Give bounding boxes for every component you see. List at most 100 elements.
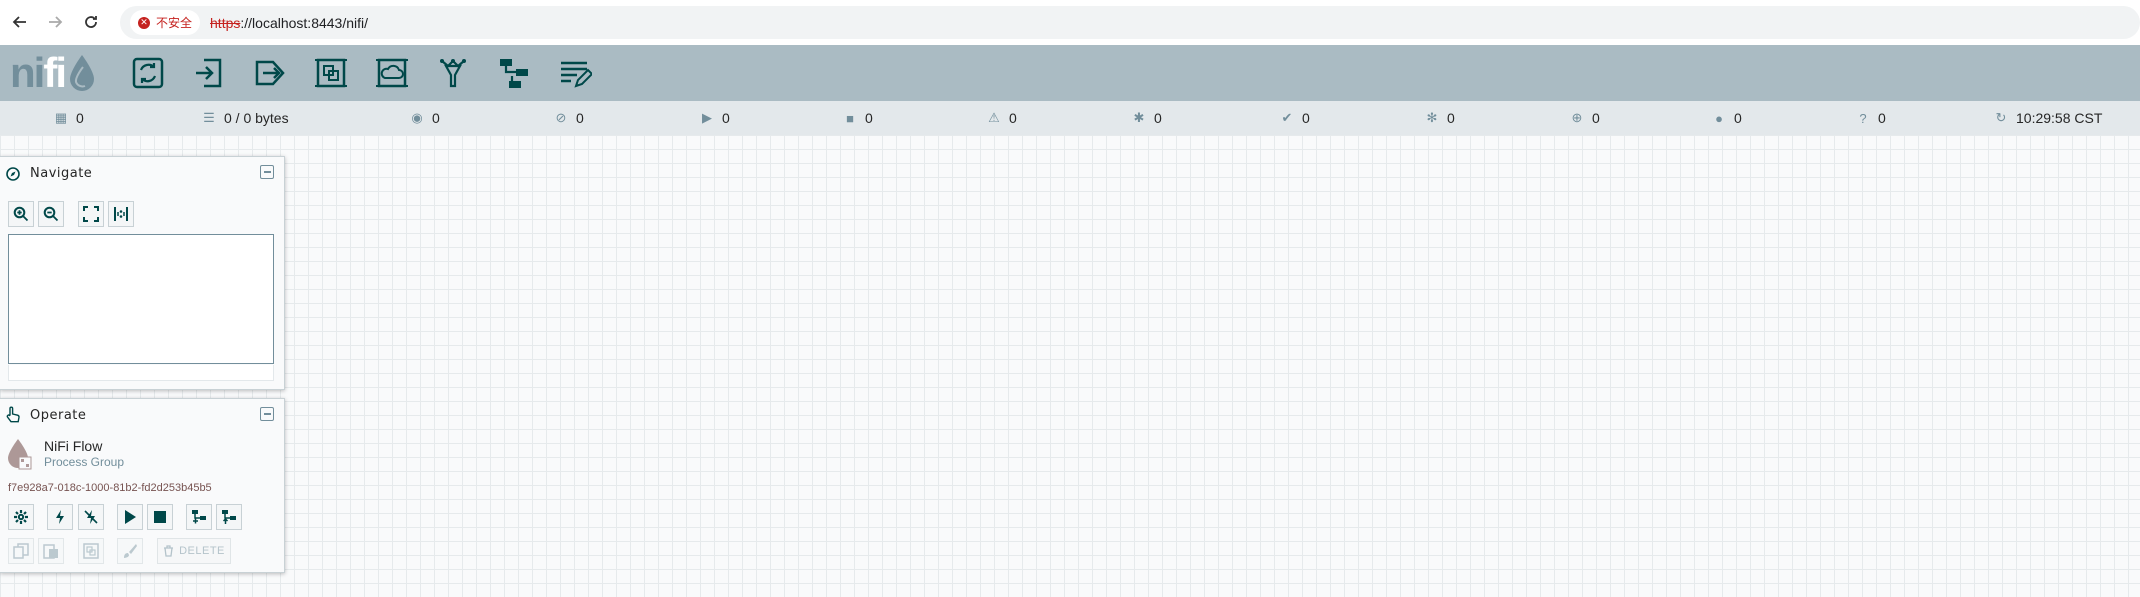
remote-process-group-icon — [376, 58, 408, 88]
zoom-in-button[interactable] — [8, 201, 34, 227]
add-template-button[interactable] — [494, 53, 534, 93]
threads-icon: ▦ — [54, 110, 68, 125]
add-label-button[interactable] — [555, 53, 595, 93]
component-type: Process Group — [44, 455, 125, 469]
disable-button[interactable] — [78, 504, 104, 530]
up-to-date-stat: ✔ 0 — [1280, 101, 1310, 135]
stop-icon: ■ — [846, 110, 854, 126]
start-button[interactable] — [117, 504, 143, 530]
operate-title: Operate — [30, 408, 87, 423]
asterisk-icon: ✻ — [1426, 110, 1438, 125]
not-secure-icon: ✕ — [138, 16, 150, 29]
operate-panel: Operate NiFi Flow Process Group f7e928a7… — [0, 398, 285, 573]
add-funnel-button[interactable] — [433, 53, 473, 93]
reload-icon — [85, 16, 97, 28]
not-transmitting-stat: ⊘ 0 — [554, 101, 584, 135]
color-button[interactable] — [117, 538, 143, 564]
sync-failure-value: 0 — [1878, 110, 1886, 126]
copy-icon — [13, 543, 29, 559]
logo-text-fi: fi — [43, 49, 67, 96]
upload-template-icon — [222, 510, 236, 524]
zoom-out-button[interactable] — [38, 201, 64, 227]
not-transmitting-value: 0 — [576, 110, 584, 126]
hand-pointer-icon — [6, 406, 20, 423]
play-icon: ▶ — [702, 110, 712, 125]
add-process-group-button[interactable] — [311, 53, 351, 93]
output-port-icon — [255, 60, 285, 86]
process-group-drop-icon — [8, 439, 32, 470]
refresh-time-value: 10:29:58 CST — [2016, 110, 2103, 126]
flow-status-bar: ▦ 0 ☰ 0 / 0 bytes ◉ 0 ⊘ 0 ▶ 0 ■ 0 ⚠ 0 ✱ 0 ✔ 0 ✻ 0 … — [0, 101, 2140, 136]
actual-size-icon — [114, 207, 128, 221]
refresh-icon[interactable]: ↻ — [1994, 110, 2008, 126]
disabled-value: 0 — [1154, 110, 1162, 126]
component-id: f7e928a7-018c-1000-81b2-fd2d253b45b5 — [8, 482, 212, 494]
nifi-drop-icon — [69, 55, 94, 91]
locally-modified-stat: ✻ 0 — [1425, 101, 1455, 135]
create-template-icon — [192, 510, 206, 524]
delete-button[interactable]: DELETE — [157, 538, 231, 564]
disabled-stat: ✱ 0 — [1132, 101, 1162, 135]
flow-canvas[interactable] — [0, 135, 2140, 597]
reload-button[interactable] — [79, 10, 103, 34]
label-icon — [561, 61, 592, 88]
add-output-port-button[interactable] — [250, 53, 290, 93]
active-threads-value: 0 — [76, 110, 84, 126]
upload-template-button[interactable] — [216, 504, 242, 530]
refresh-stat[interactable]: ↻ 10:29:58 CST — [1994, 101, 2103, 135]
security-chip[interactable]: ✕ 不安全 — [130, 10, 201, 35]
stopped-value: 0 — [865, 110, 873, 126]
processor-icon — [132, 57, 164, 89]
nifi-logo: ni fi — [10, 49, 97, 96]
create-template-button[interactable] — [186, 504, 212, 530]
url-path: ://localhost:8443/nifi/ — [240, 14, 369, 31]
queued-value: 0 / 0 bytes — [224, 110, 289, 126]
navigate-collapse-button[interactable] — [260, 165, 274, 179]
url-scheme: https — [210, 14, 241, 31]
arrow-left-icon — [12, 16, 26, 28]
stop-button[interactable] — [147, 504, 173, 530]
transmitting-icon: ◉ — [411, 110, 423, 125]
compass-icon — [6, 167, 20, 181]
process-group-icon — [315, 58, 347, 88]
enable-button[interactable] — [47, 504, 73, 530]
group-icon — [83, 543, 99, 559]
nifi-header: ni fi — [0, 45, 2140, 101]
funnel-icon — [440, 59, 466, 88]
running-stat: ▶ 0 — [700, 101, 730, 135]
security-label: 不安全 — [156, 16, 193, 30]
check-icon: ✔ — [1281, 110, 1293, 125]
add-remote-process-group-button[interactable] — [372, 53, 412, 93]
back-button[interactable] — [8, 10, 32, 34]
fit-button[interactable] — [78, 201, 104, 227]
up-to-date-value: 0 — [1302, 110, 1310, 126]
actual-size-button[interactable] — [108, 201, 134, 227]
add-processor-button[interactable] — [128, 53, 168, 93]
group-button[interactable] — [78, 538, 104, 564]
stale-value: 0 — [1592, 110, 1600, 126]
disabled-icon: ✱ — [1133, 110, 1145, 125]
add-input-port-button[interactable] — [189, 53, 229, 93]
forward-button[interactable] — [43, 10, 67, 34]
zoom-in-icon — [13, 206, 29, 222]
invalid-value: 0 — [1009, 110, 1017, 126]
copy-button[interactable] — [8, 538, 34, 564]
transmitting-value: 0 — [432, 110, 440, 126]
operate-collapse-button[interactable] — [260, 407, 274, 421]
list-icon: ☰ — [203, 110, 215, 125]
warning-icon: ⚠ — [988, 110, 1000, 125]
paintbrush-icon — [124, 544, 137, 558]
birdseye-view[interactable] — [8, 234, 274, 364]
navigate-panel: Navigate — [0, 156, 285, 390]
address-bar[interactable]: ✕ 不安全 https://localhost:8443/nifi/ — [120, 6, 2140, 39]
active-threads-stat: ▦ 0 — [54, 101, 84, 135]
disable-icon — [84, 510, 98, 524]
paste-button[interactable] — [38, 538, 64, 564]
locally-modified-value: 0 — [1447, 110, 1455, 126]
gear-icon — [14, 510, 28, 524]
url-text[interactable]: https://localhost:8443/nifi/ — [210, 15, 368, 31]
input-port-icon — [196, 58, 222, 88]
play-icon — [125, 510, 136, 524]
locally-modified-stale-value: 0 — [1734, 110, 1742, 126]
configure-button[interactable] — [8, 504, 34, 530]
